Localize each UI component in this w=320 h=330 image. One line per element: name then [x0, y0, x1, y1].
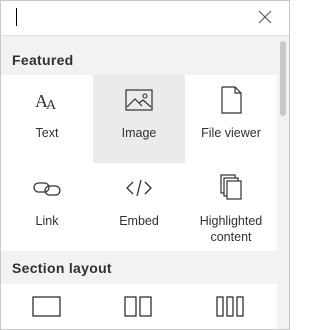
scrollbar-thumb[interactable] [280, 41, 286, 116]
featured-grid: A A Text Image File viewer Link Embed Hi… [1, 75, 277, 251]
link-icon [32, 173, 62, 203]
tile-embed[interactable]: Embed [93, 163, 185, 251]
tile-label: Image [121, 126, 157, 140]
svg-text:A: A [46, 98, 57, 113]
section-header-featured: Featured [12, 52, 74, 68]
text-caret [16, 8, 17, 26]
embed-icon [124, 173, 154, 203]
two-columns-icon [124, 296, 152, 317]
section-header-section-layout: Section layout [12, 260, 112, 276]
section-layout-grid [1, 284, 277, 329]
tile-highlighted-content[interactable]: Highlighted content [185, 163, 277, 251]
text-icon: A A [32, 85, 62, 115]
tile-label: Highlighted content [199, 214, 263, 244]
tile-label: Embed [119, 214, 159, 228]
tile-label: Link [35, 214, 59, 228]
close-icon[interactable] [257, 9, 273, 25]
tile-three-columns[interactable] [185, 284, 277, 329]
tile-one-column[interactable] [1, 284, 93, 329]
image-icon [124, 85, 154, 115]
search-input[interactable] [9, 6, 239, 28]
search-bar [1, 1, 289, 36]
vertical-scrollbar[interactable] [277, 36, 289, 329]
tile-two-columns[interactable] [93, 284, 185, 329]
toolbox-panel: Featured A A Text Image File viewer Link… [0, 0, 290, 330]
three-columns-icon [216, 296, 244, 317]
highlighted-content-icon [216, 173, 246, 203]
file-viewer-icon [216, 85, 246, 115]
tile-image[interactable]: Image [93, 75, 185, 163]
tile-link[interactable]: Link [1, 163, 93, 251]
tile-file-viewer[interactable]: File viewer [185, 75, 277, 163]
tile-text[interactable]: A A Text [1, 75, 93, 163]
one-column-icon [32, 296, 61, 317]
tile-label: Text [35, 126, 59, 140]
tile-label: File viewer [201, 126, 261, 140]
